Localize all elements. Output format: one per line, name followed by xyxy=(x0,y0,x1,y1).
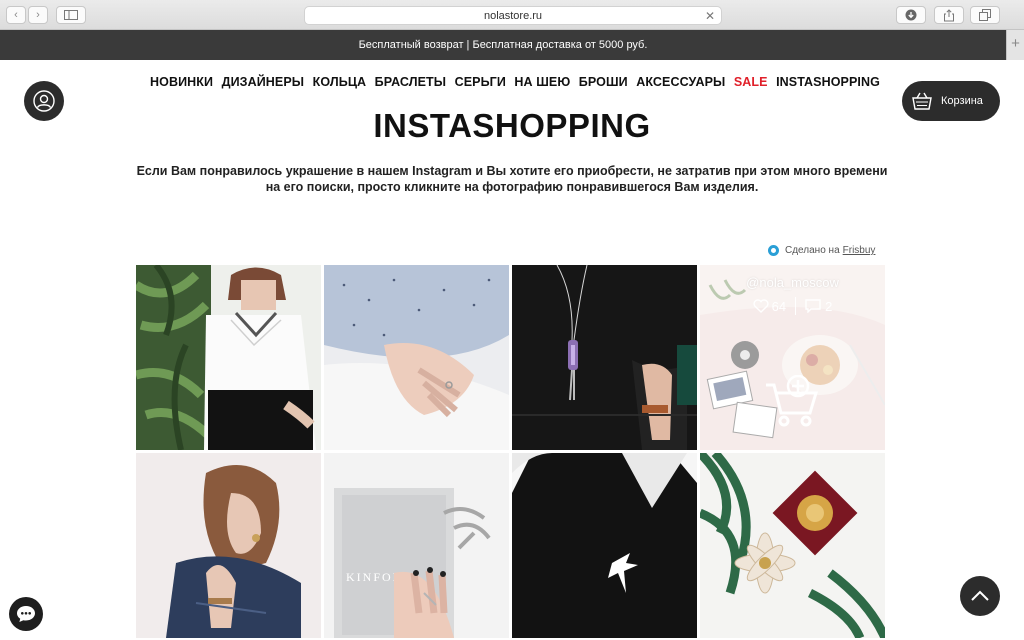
photo-white-shirt xyxy=(136,265,321,450)
page-description: Если Вам понравилось украшение в нашем I… xyxy=(136,164,888,194)
page-title: INSTASHOPPING xyxy=(373,107,651,144)
photo-hands-rings xyxy=(324,265,509,450)
insta-photo-2[interactable] xyxy=(324,265,509,450)
insta-photo-3[interactable] xyxy=(512,265,697,450)
forward-button[interactable]: › xyxy=(28,6,48,24)
post-stats: 64 2 xyxy=(700,297,885,315)
insta-photo-7[interactable] xyxy=(512,453,697,638)
photo-ornate-brooch xyxy=(700,453,885,638)
new-tab-button[interactable]: + xyxy=(1006,30,1024,60)
downloads-button[interactable] xyxy=(896,6,926,24)
insta-photo-6[interactable]: KINFOLK xyxy=(324,453,509,638)
browser-toolbar: ‹ › nolastore.ru ✕ xyxy=(0,0,1024,30)
nav-item-earrings[interactable]: СЕРЬГИ xyxy=(455,75,506,89)
nav-item-sale[interactable]: SALE xyxy=(734,75,768,89)
made-by-prefix: Сделано на xyxy=(785,245,840,256)
share-button[interactable] xyxy=(934,6,964,24)
instagram-username: @nola_moscow xyxy=(746,275,839,290)
promo-bar: Бесплатный возврат | Бесплатная доставка… xyxy=(0,30,1006,60)
instagram-grid: @nola_moscow 64 2 KINFOLK xyxy=(136,265,885,640)
promo-text: Бесплатный возврат | Бесплатная доставка… xyxy=(358,39,648,51)
url-text: nolastore.ru xyxy=(483,9,543,22)
nav-item-accessories[interactable]: АКСЕССУАРЫ xyxy=(636,75,725,89)
comment-icon xyxy=(805,299,821,313)
sidebar-toggle-button[interactable] xyxy=(56,6,86,24)
photo-kinfolk: KINFOLK xyxy=(324,453,509,638)
nav-item-bracelets[interactable]: БРАСЛЕТЫ xyxy=(375,75,446,89)
frisbuy-logo-icon xyxy=(768,245,779,256)
frisbuy-link[interactable]: Frisbuy xyxy=(843,245,876,256)
address-bar[interactable]: nolastore.ru ✕ xyxy=(304,6,722,25)
scroll-to-top-button[interactable] xyxy=(960,576,1000,616)
nav-item-rings[interactable]: КОЛЬЦА xyxy=(313,75,367,89)
nav-item-brooches[interactable]: БРОШИ xyxy=(579,75,628,89)
tabs-button[interactable] xyxy=(970,6,1000,24)
main-nav: НОВИНКИ ДИЗАЙНЕРЫ КОЛЬЦА БРАСЛЕТЫ СЕРЬГИ… xyxy=(150,75,880,89)
nav-item-designers[interactable]: ДИЗАЙНЕРЫ xyxy=(222,75,305,89)
share-icon xyxy=(944,8,954,21)
clear-icon[interactable]: ✕ xyxy=(705,9,715,23)
insta-photo-8[interactable] xyxy=(700,453,885,638)
insta-photo-5[interactable] xyxy=(136,453,321,638)
nav-item-instashopping[interactable]: INSTASHOPPING xyxy=(776,75,880,89)
stats-divider xyxy=(795,297,797,315)
back-button[interactable]: ‹ xyxy=(6,6,26,24)
sidebar-icon xyxy=(64,10,78,20)
nav-item-new[interactable]: НОВИНКИ xyxy=(150,75,213,89)
chat-icon xyxy=(17,606,35,622)
insta-photo-1[interactable] xyxy=(136,265,321,450)
heart-icon xyxy=(753,299,769,313)
photo-earrings xyxy=(136,453,321,638)
cart-label: Корзина xyxy=(941,95,983,107)
tabs-icon xyxy=(979,9,991,21)
photo-bird-brooch xyxy=(512,453,697,638)
insta-photo-4-hovered[interactable]: @nola_moscow 64 2 xyxy=(700,265,885,450)
comments-count: 2 xyxy=(825,298,833,314)
chat-button[interactable] xyxy=(9,597,43,631)
download-icon xyxy=(905,9,917,21)
add-to-cart-icon[interactable] xyxy=(764,375,820,427)
likes-count: 64 xyxy=(771,298,787,314)
frisbuy-credit: Сделано на Frisbuy xyxy=(768,245,875,256)
photo-pendant xyxy=(512,265,697,450)
chevron-up-icon xyxy=(971,590,989,601)
hover-overlay[interactable]: @nola_moscow 64 2 xyxy=(700,265,885,450)
nav-item-necklaces[interactable]: НА ШЕЮ xyxy=(514,75,570,89)
